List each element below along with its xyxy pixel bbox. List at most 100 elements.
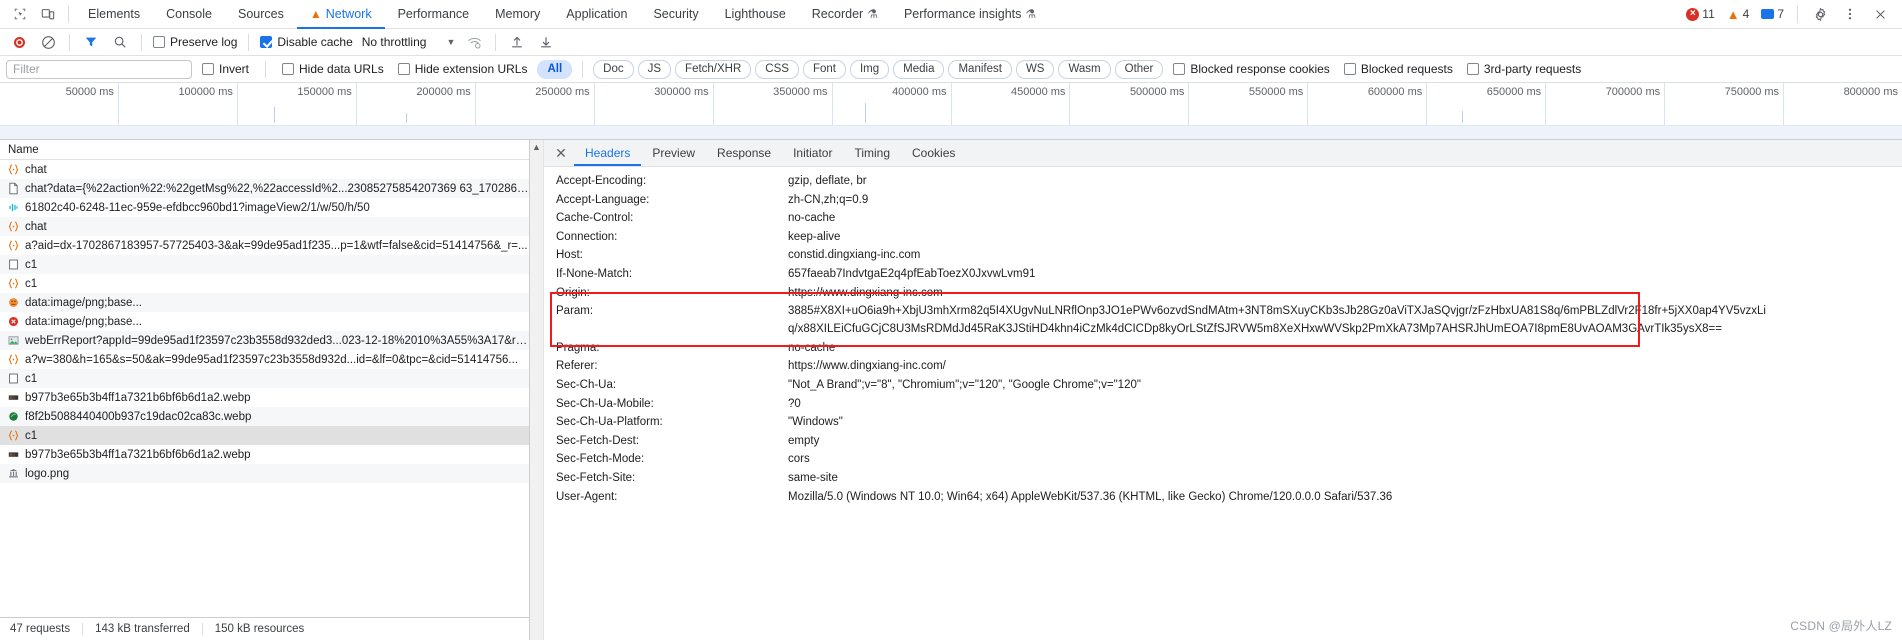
- header-row[interactable]: Sec-Ch-Ua: "Not_A Brand";v="8", "Chromiu…: [544, 376, 1902, 395]
- clear-icon[interactable]: [34, 29, 62, 55]
- network-conditions-icon[interactable]: [460, 29, 488, 55]
- header-row-param[interactable]: Param: 3885#X8XI+uO6ia9h+XbjU3mhXrm82q5I…: [544, 302, 1902, 339]
- tab-sources[interactable]: Sources: [225, 0, 297, 29]
- detail-scrollbar[interactable]: ▲: [530, 140, 544, 640]
- scroll-up-icon[interactable]: ▲: [532, 142, 541, 640]
- filter-type-css[interactable]: CSS: [755, 59, 799, 79]
- gear-icon[interactable]: [1806, 1, 1834, 27]
- disable-cache-checkbox[interactable]: Disable cache: [256, 35, 356, 49]
- filter-type-img[interactable]: Img: [849, 59, 890, 79]
- header-row[interactable]: Referer: https://www.dingxiang-inc.com/: [544, 357, 1902, 376]
- filter-funnel-icon[interactable]: [77, 29, 105, 55]
- warning-count[interactable]: ▲ 4: [1722, 7, 1755, 21]
- hide-data-urls-checkbox[interactable]: Hide data URLs: [278, 62, 388, 76]
- inspect-element-icon[interactable]: [6, 1, 34, 27]
- tab-initiator[interactable]: Initiator: [782, 140, 843, 166]
- header-row[interactable]: Sec-Fetch-Dest: empty: [544, 432, 1902, 451]
- tab-performance[interactable]: Performance: [385, 0, 483, 29]
- info-count[interactable]: 7: [1756, 7, 1789, 21]
- close-icon[interactable]: ✕: [548, 140, 574, 166]
- transferred-size: 143 kB transferred: [95, 623, 190, 635]
- third-party-requests-checkbox[interactable]: 3rd-party requests: [1463, 62, 1585, 76]
- tab-preview[interactable]: Preview: [641, 140, 706, 166]
- table-row[interactable]: 61802c40-6248-11ec-959e-efdbcc960bd1?ima…: [0, 198, 529, 217]
- throttling-value: No throttling: [361, 35, 427, 49]
- filter-input[interactable]: [6, 59, 192, 79]
- filter-type-ws[interactable]: WS: [1015, 59, 1055, 79]
- table-row[interactable]: c1: [0, 274, 529, 293]
- request-list[interactable]: chat chat?data={%22action%22:%22getMsg%2…: [0, 160, 529, 617]
- table-row[interactable]: a?aid=dx-1702867183957-57725403-3&ak=99d…: [0, 236, 529, 255]
- table-row[interactable]: data:image/png;base...: [0, 293, 529, 312]
- table-row[interactable]: b977b3e65b3b4ff1a7321b6bf6b6d1a2.webp: [0, 388, 529, 407]
- header-row[interactable]: Connection: keep-alive: [544, 228, 1902, 247]
- table-row[interactable]: c1: [0, 255, 529, 274]
- tab-headers[interactable]: Headers: [574, 140, 642, 166]
- kebab-menu-icon[interactable]: [1836, 1, 1864, 27]
- header-row[interactable]: Accept-Language: zh-CN,zh;q=0.9: [544, 191, 1902, 210]
- header-row[interactable]: Sec-Ch-Ua-Mobile: ?0: [544, 395, 1902, 414]
- filter-type-fetch-xhr[interactable]: Fetch/XHR: [675, 59, 752, 79]
- request-headers-list[interactable]: Accept-Encoding: gzip, deflate, br Accep…: [544, 167, 1902, 640]
- header-row[interactable]: Sec-Ch-Ua-Platform: "Windows": [544, 413, 1902, 432]
- search-icon[interactable]: [106, 29, 134, 55]
- tab-performance-insights[interactable]: Performance insights ⚗: [891, 0, 1049, 29]
- table-row[interactable]: webErrReport?appId=99de95ad1f23597c23b35…: [0, 331, 529, 350]
- hide-extension-urls-checkbox[interactable]: Hide extension URLs: [394, 62, 532, 76]
- blocked-response-cookies-checkbox[interactable]: Blocked response cookies: [1169, 62, 1333, 76]
- table-row[interactable]: c1: [0, 369, 529, 388]
- device-toolbar-icon[interactable]: [34, 1, 62, 27]
- table-row[interactable]: data:image/png;base...: [0, 312, 529, 331]
- filter-type-font[interactable]: Font: [802, 59, 846, 79]
- table-row[interactable]: chat: [0, 217, 529, 236]
- close-icon[interactable]: [1866, 1, 1894, 27]
- filter-type-wasm[interactable]: Wasm: [1058, 59, 1111, 79]
- filter-type-js[interactable]: JS: [637, 59, 672, 79]
- table-row[interactable]: logo.png: [0, 464, 529, 483]
- tab-memory[interactable]: Memory: [482, 0, 553, 29]
- header-row[interactable]: Sec-Fetch-Site: same-site: [544, 469, 1902, 488]
- error-count[interactable]: × 11: [1681, 7, 1719, 21]
- header-row[interactable]: Sec-Fetch-Mode: cors: [544, 450, 1902, 469]
- tab-lighthouse[interactable]: Lighthouse: [712, 0, 799, 29]
- table-row[interactable]: a?w=380&h=165&s=50&ak=99de95ad1f23597c23…: [0, 350, 529, 369]
- json-icon: [6, 163, 20, 177]
- header-row[interactable]: Pragma: no-cache: [544, 339, 1902, 358]
- tab-network[interactable]: ▲ Network: [296, 0, 385, 29]
- filter-type-all[interactable]: All: [537, 59, 573, 79]
- preserve-log-checkbox[interactable]: Preserve log: [149, 35, 241, 49]
- header-row[interactable]: User-Agent: Mozilla/5.0 (Windows NT 10.0…: [544, 488, 1902, 507]
- header-row[interactable]: Host: constid.dingxiang-inc.com: [544, 246, 1902, 265]
- header-row[interactable]: Accept-Encoding: gzip, deflate, br: [544, 172, 1902, 191]
- toolbar-divider: [265, 60, 267, 78]
- tab-cookies[interactable]: Cookies: [901, 140, 966, 166]
- header-row[interactable]: Origin: https://www.dingxiang-inc.com: [544, 284, 1902, 303]
- table-row[interactable]: f8f2b5088440400b937c19dac02ca83c.webp: [0, 407, 529, 426]
- filter-type-manifest[interactable]: Manifest: [948, 59, 1012, 79]
- filter-type-other[interactable]: Other: [1114, 59, 1164, 79]
- filter-type-doc[interactable]: Doc: [593, 59, 634, 79]
- blocked-requests-checkbox[interactable]: Blocked requests: [1340, 62, 1457, 76]
- invert-checkbox[interactable]: Invert: [198, 62, 253, 76]
- table-row[interactable]: c1: [0, 426, 529, 445]
- tab-console[interactable]: Console: [153, 0, 225, 29]
- network-overview-timeline[interactable]: 50000 ms 100000 ms 150000 ms 200000 ms 2…: [0, 83, 1902, 140]
- tab-response[interactable]: Response: [706, 140, 782, 166]
- record-button[interactable]: [5, 29, 33, 55]
- tab-security[interactable]: Security: [640, 0, 711, 29]
- filter-type-media[interactable]: Media: [893, 59, 945, 79]
- export-har-icon[interactable]: [532, 29, 560, 55]
- tab-timing[interactable]: Timing: [843, 140, 901, 166]
- header-value: no-cache: [788, 341, 836, 354]
- tab-recorder[interactable]: Recorder ⚗: [799, 0, 891, 29]
- header-row[interactable]: If-None-Match: 657faeab7IndvtgaE2q4pfEab…: [544, 265, 1902, 284]
- header-value: "Not_A Brand";v="8", "Chromium";v="120",…: [788, 378, 1141, 391]
- tab-application[interactable]: Application: [553, 0, 640, 29]
- table-row[interactable]: chat: [0, 160, 529, 179]
- tab-elements[interactable]: Elements: [75, 0, 153, 29]
- throttling-dropdown[interactable]: No throttling ▼: [358, 35, 460, 49]
- header-row[interactable]: Cache-Control: no-cache: [544, 209, 1902, 228]
- table-row[interactable]: b977b3e65b3b4ff1a7321b6bf6b6d1a2.webp: [0, 445, 529, 464]
- import-har-icon[interactable]: [503, 29, 531, 55]
- table-row[interactable]: chat?data={%22action%22:%22getMsg%22,%22…: [0, 179, 529, 198]
